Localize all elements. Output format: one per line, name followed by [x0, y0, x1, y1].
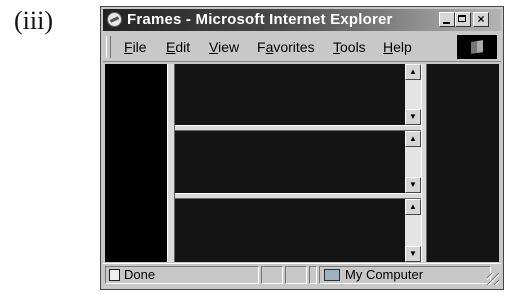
frameset: ▲ ▼ ▲ ▼ ▲ ▼: [105, 64, 499, 262]
status-panel: [309, 266, 317, 284]
bottom-frame: ▲ ▼: [175, 199, 421, 262]
status-text-panel: Done: [105, 266, 259, 284]
bottom-frame-scrollbar[interactable]: ▲ ▼: [405, 199, 421, 262]
menu-favorites[interactable]: Favorites: [257, 39, 315, 55]
menu-tools[interactable]: Tools: [333, 39, 366, 55]
menu-view[interactable]: View: [209, 39, 239, 55]
figure-label: (iii): [14, 6, 53, 35]
top-frame-scrollbar[interactable]: ▲ ▼: [405, 64, 421, 125]
ie-icon: [107, 12, 122, 27]
left-frame-splitter[interactable]: [167, 64, 175, 262]
scroll-down-arrow-icon[interactable]: ▼: [405, 109, 421, 125]
maximize-button[interactable]: [455, 12, 471, 27]
close-button[interactable]: ×: [473, 12, 489, 27]
status-panel: [285, 266, 307, 284]
minimize-button[interactable]: [439, 12, 455, 27]
middle-frame-scrollbar[interactable]: ▲ ▼: [405, 131, 421, 193]
scroll-up-arrow-icon[interactable]: ▲: [405, 199, 421, 215]
status-text: Done: [124, 267, 156, 282]
scroll-down-arrow-icon[interactable]: ▼: [405, 246, 421, 262]
scroll-down-arrow-icon[interactable]: ▼: [405, 177, 421, 193]
scroll-up-arrow-icon[interactable]: ▲: [405, 131, 421, 147]
window-title: Frames - Microsoft Internet Explorer: [127, 11, 393, 28]
menu-file[interactable]: File: [124, 39, 147, 55]
computer-icon: [324, 269, 340, 281]
windows-logo-icon: [457, 35, 497, 59]
scroll-up-arrow-icon[interactable]: ▲: [405, 64, 421, 80]
title-bar[interactable]: Frames - Microsoft Internet Explorer ×: [103, 9, 501, 31]
top-frame: ▲ ▼: [175, 64, 421, 125]
zone-text: My Computer: [345, 267, 424, 282]
menu-edit[interactable]: Edit: [166, 39, 190, 55]
menu-bar: File Edit View Favorites Tools Help: [103, 33, 501, 62]
status-panel: [261, 266, 283, 284]
status-bar: Done My Computer: [103, 263, 501, 287]
resize-grip[interactable]: [487, 273, 499, 285]
right-frame: [427, 64, 499, 262]
zone-panel: My Computer: [319, 266, 491, 284]
page-icon: [109, 269, 120, 281]
browser-window: Frames - Microsoft Internet Explorer × F…: [100, 6, 504, 290]
toolbar-grip[interactable]: [106, 36, 111, 58]
left-frame: [105, 64, 167, 262]
middle-frame: ▲ ▼: [175, 131, 421, 193]
menu-help[interactable]: Help: [383, 39, 412, 55]
